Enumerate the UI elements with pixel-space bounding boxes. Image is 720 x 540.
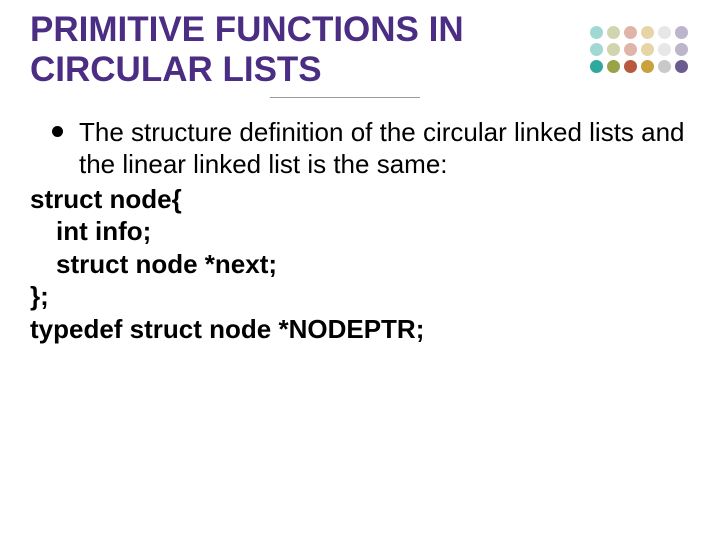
slide-content: The structure definition of the circular… xyxy=(30,116,690,346)
code-line-1: struct node{ xyxy=(30,183,690,216)
bullet-text: The structure definition of the circular… xyxy=(79,116,690,181)
title-underline xyxy=(270,97,420,98)
bullet-icon xyxy=(52,126,63,137)
code-line-2: int info; xyxy=(30,215,690,248)
slide: PRIMITIVE FUNCTIONS IN CIRCULAR LISTS Th… xyxy=(0,0,720,540)
code-line-3: struct node *next; xyxy=(30,248,690,281)
bullet-item: The structure definition of the circular… xyxy=(52,116,690,181)
code-line-5: typedef struct node *NODEPTR; xyxy=(30,313,690,346)
decorative-dot-grid xyxy=(590,26,690,75)
code-block: struct node{ int info; struct node *next… xyxy=(30,183,690,346)
code-line-4: }; xyxy=(30,280,690,313)
